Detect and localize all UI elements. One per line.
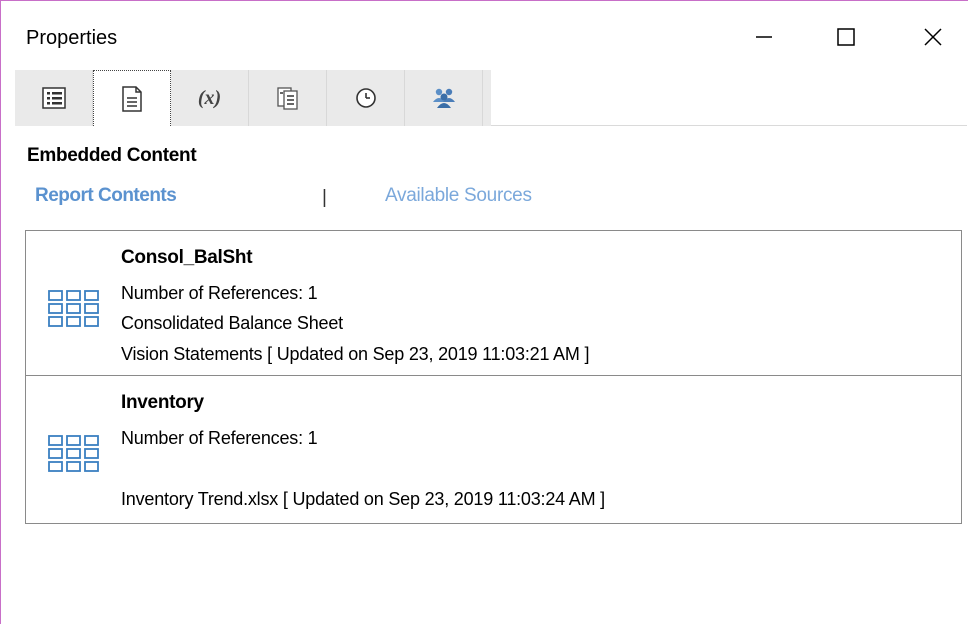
section-title: Embedded Content bbox=[27, 145, 197, 166]
copy-document-icon bbox=[276, 87, 298, 110]
minimize-icon bbox=[756, 36, 772, 38]
item-name: Inventory bbox=[121, 392, 204, 413]
tab-general[interactable] bbox=[15, 70, 93, 126]
maximize-button[interactable] bbox=[823, 17, 869, 57]
tab-history[interactable] bbox=[327, 70, 405, 126]
subtab-report-contents[interactable]: Report Contents bbox=[35, 185, 177, 207]
item-source: Vision Statements [ Updated on Sep 23, 2… bbox=[121, 344, 590, 364]
item-source: Inventory Trend.xlsx [ Updated on Sep 23… bbox=[121, 489, 605, 509]
close-icon bbox=[924, 28, 942, 46]
item-name: Consol_BalSht bbox=[121, 247, 253, 268]
item-description: Consolidated Balance Sheet bbox=[121, 313, 343, 333]
grid-icon bbox=[48, 435, 99, 472]
properties-window: Properties (x) Embedded Content Report C… bbox=[0, 0, 968, 624]
tab-embedded-content[interactable] bbox=[93, 70, 171, 126]
close-button[interactable] bbox=[910, 17, 956, 57]
list-item[interactable]: Inventory Number of References: 1 Invent… bbox=[26, 376, 961, 523]
subtab-available-sources[interactable]: Available Sources bbox=[385, 185, 532, 207]
tab-copy[interactable] bbox=[249, 70, 327, 126]
item-references: Number of References: 1 bbox=[121, 283, 318, 303]
users-icon bbox=[432, 88, 455, 108]
embedded-content-list: Consol_BalSht Number of References: 1 Co… bbox=[25, 230, 962, 524]
list-item[interactable]: Consol_BalSht Number of References: 1 Co… bbox=[26, 231, 961, 376]
minimize-button[interactable] bbox=[741, 17, 787, 57]
tab-variables[interactable]: (x) bbox=[171, 70, 249, 126]
properties-toolbar: (x) bbox=[15, 70, 967, 126]
window-title: Properties bbox=[26, 27, 118, 49]
document-icon bbox=[122, 85, 142, 112]
maximize-icon bbox=[837, 28, 855, 46]
variable-icon: (x) bbox=[197, 86, 222, 109]
item-references: Number of References: 1 bbox=[121, 428, 318, 448]
clock-icon bbox=[355, 88, 376, 108]
tab-permissions[interactable] bbox=[405, 70, 483, 126]
grid-icon bbox=[48, 290, 99, 327]
list-icon bbox=[41, 87, 66, 109]
title-bar[interactable]: Properties bbox=[1, 1, 968, 69]
subtab-separator: | bbox=[322, 187, 327, 208]
